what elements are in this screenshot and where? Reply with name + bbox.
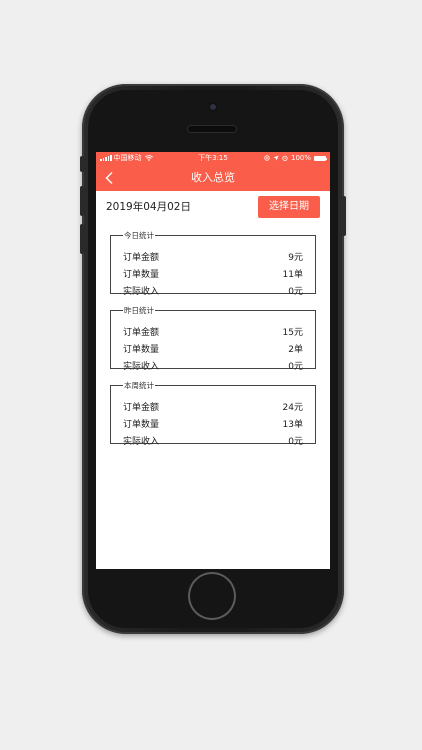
list-item: 订单数量 2单 [123,341,303,355]
row-value: 11单 [282,269,303,280]
list-item: 实际收入 0元 [123,433,303,447]
row-label: 订单数量 [123,269,160,280]
row-value: 0元 [288,286,303,297]
row-value: 9元 [288,252,303,263]
row-label: 实际收入 [123,361,160,372]
battery-percent: 100% [290,154,311,162]
date-row: 2019年04月02日 选择日期 [96,191,330,219]
home-button[interactable] [190,574,234,618]
selected-date: 2019年04月02日 [106,201,191,213]
row-label: 实际收入 [123,436,160,447]
row-label: 订单数量 [123,344,160,355]
list-item: 订单金额 15元 [123,324,303,338]
row-label: 订单金额 [123,327,160,338]
row-label: 订单金额 [123,252,160,263]
battery-fill [315,156,325,160]
section-legend: 本周统计 [124,381,154,390]
battery-icon [314,155,327,161]
status-bar: 中国移动 下午3:15 100% [96,152,330,164]
row-value: 0元 [288,361,303,372]
row-value: 24元 [282,402,303,413]
section-legend: 昨日统计 [124,306,154,315]
list-item: 订单金额 9元 [123,249,303,263]
volume-down-button [80,224,84,254]
earpiece-speaker [188,126,236,132]
lock-rotation-icon [264,155,270,161]
row-value: 2单 [288,344,303,355]
list-item: 订单金额 24元 [123,399,303,413]
row-value: 0元 [288,436,303,447]
power-button [342,196,346,236]
week-stats-panel: 本周统计 订单金额 24元 订单数量 13单 实际收入 0元 [110,380,316,447]
row-label: 订单金额 [123,402,160,413]
alarm-clock-icon [282,155,288,161]
navigation-bar: 收入总览 [96,164,330,191]
section-legend: 今日统计 [124,231,154,240]
volume-up-button [80,186,84,216]
list-item: 实际收入 0元 [123,358,303,372]
status-right: 100% [264,152,327,164]
mute-switch [80,156,84,172]
yesterday-stats-panel: 昨日统计 订单金额 15元 订单数量 2单 实际收入 0元 [110,305,316,372]
list-item: 订单数量 11单 [123,266,303,280]
select-date-button[interactable]: 选择日期 [258,196,320,218]
page-title: 收入总览 [191,171,235,184]
app-screen: 中国移动 下午3:15 100% 收入总览 2019年04月02日 选择日期 今… [96,152,330,569]
list-item: 实际收入 0元 [123,283,303,297]
location-arrow-icon [273,155,279,161]
row-label: 订单数量 [123,419,160,430]
front-camera [210,104,216,110]
today-stats-panel: 今日统计 订单金额 9元 订单数量 11单 实际收入 0元 [110,230,316,297]
row-label: 实际收入 [123,286,160,297]
row-value: 13单 [282,419,303,430]
list-item: 订单数量 13单 [123,416,303,430]
row-value: 15元 [282,327,303,338]
